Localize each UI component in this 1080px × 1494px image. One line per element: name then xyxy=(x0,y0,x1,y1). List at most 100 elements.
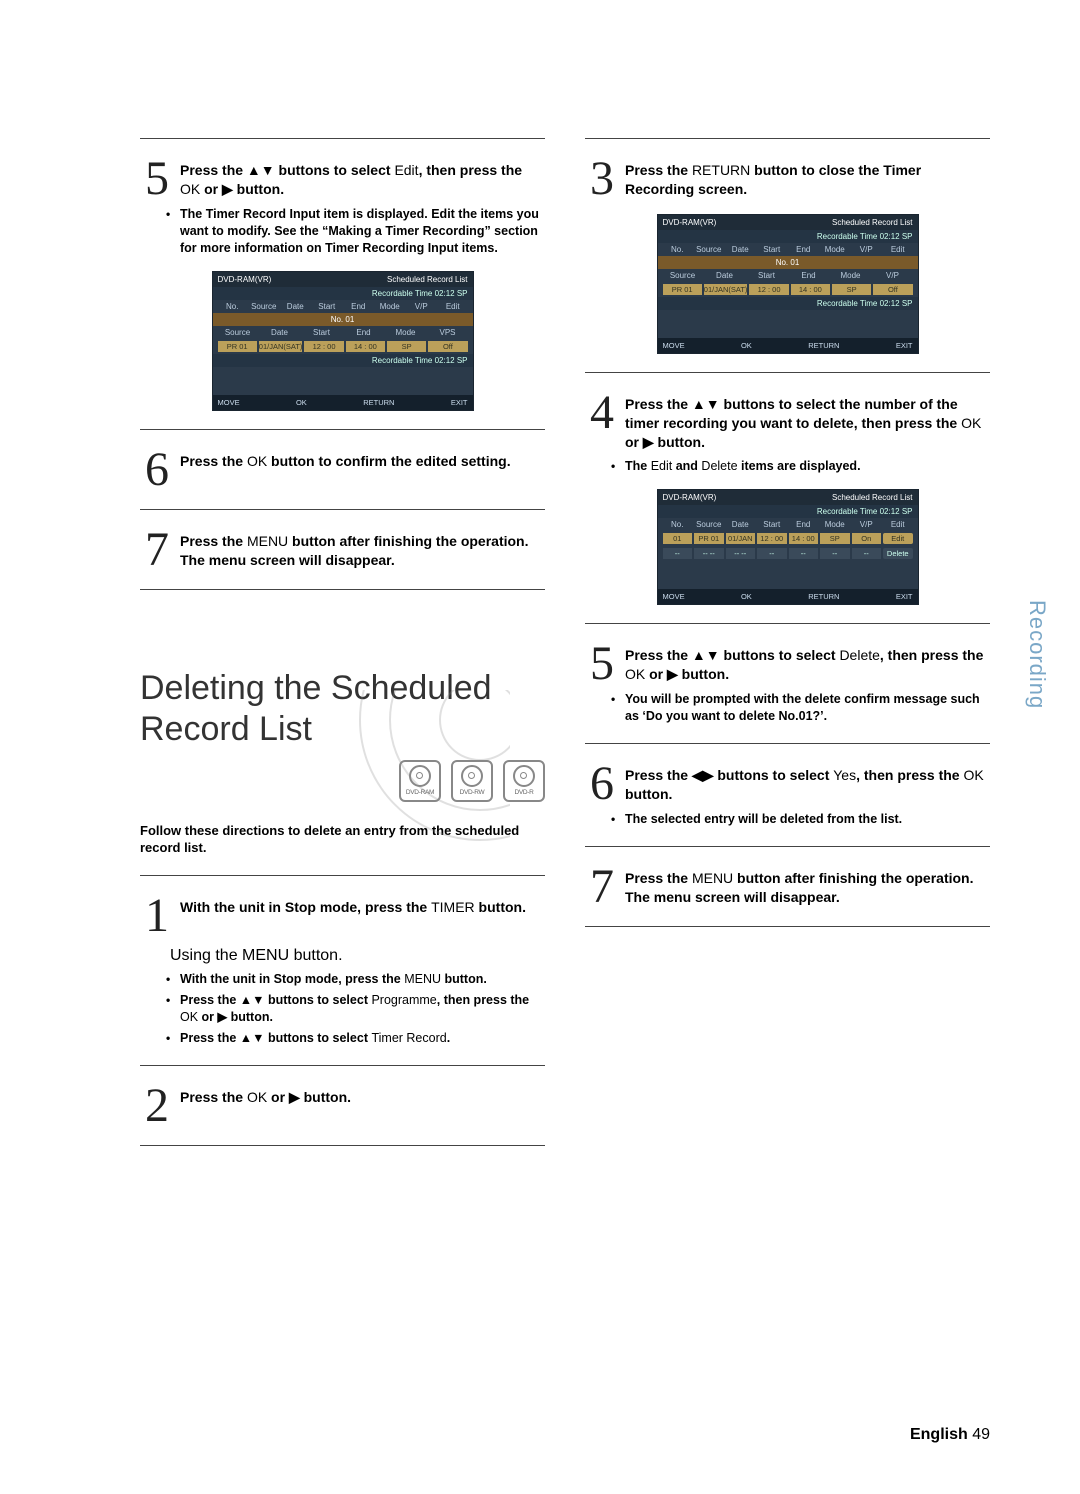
text: Press the ▲▼ buttons to select xyxy=(180,162,394,178)
osd-screenshot-3: DVD-RAM(VR)Scheduled Record List Recorda… xyxy=(657,489,919,605)
t: Press the ▲▼ buttons to select xyxy=(180,1031,371,1045)
text: , then press the xyxy=(419,162,522,178)
text: Press the xyxy=(625,870,692,886)
text-ok: OK xyxy=(247,453,267,469)
osd-device: DVD-RAM(VR) xyxy=(663,218,717,227)
osd-cell: 12 : 00 xyxy=(749,284,788,295)
text: or ▶ button. xyxy=(645,666,729,682)
left-step-1: 1 With the unit in Stop mode, press the … xyxy=(140,894,545,937)
osd-col: End xyxy=(789,520,819,529)
t: or ▶ button. xyxy=(198,1010,273,1024)
osd-cell: 01/JAN(SAT) xyxy=(259,341,303,352)
text-menu: MENU xyxy=(692,870,733,886)
text: button to confirm the edited setting. xyxy=(267,453,510,469)
disc-label: DVD-RW xyxy=(460,789,485,796)
osd-cell: On xyxy=(852,533,882,544)
osd-cell: PR 01 xyxy=(218,341,257,352)
osd-col: Date xyxy=(726,520,756,529)
osd-foot-exit: EXIT xyxy=(451,398,468,407)
osd-cell: 01/JAN xyxy=(726,533,756,544)
t: . xyxy=(447,1031,450,1045)
text-ok: OK xyxy=(625,666,645,682)
osd-foot: EXIT xyxy=(896,341,913,350)
text: Press the xyxy=(180,533,247,549)
left-column: 5 Press the ▲▼ buttons to select Edit, t… xyxy=(140,120,545,1164)
disc-icon-dvd-ram: DVD-RAM xyxy=(399,760,441,802)
text-ok: OK xyxy=(961,415,981,431)
osd-col: Edit xyxy=(438,302,468,311)
page-footer: English 49 xyxy=(910,1426,990,1444)
osd-highlight: No. 01 xyxy=(658,256,918,269)
left-step-2: 2 Press the OK or ▶ button. xyxy=(140,1084,545,1127)
disc-icon-dvd-r: DVD-R xyxy=(503,760,545,802)
osd-rectime: Recordable Time 02:12 SP xyxy=(213,287,473,300)
text: or ▶ button. xyxy=(200,181,284,197)
osd-col: Source xyxy=(663,271,703,280)
t: Programme xyxy=(371,993,436,1007)
left-step-7: 7 Press the MENU button after finishing … xyxy=(140,528,545,571)
osd-col: No. xyxy=(663,520,693,529)
step-number: 5 xyxy=(585,642,619,685)
osd-foot: RETURN xyxy=(808,592,839,601)
osd-foot-ok: OK xyxy=(296,398,307,407)
osd-rectime2: Recordable Time 02:12 SP xyxy=(658,297,918,310)
step-number: 6 xyxy=(140,448,174,491)
t: items are displayed. xyxy=(738,459,861,473)
osd-rectime: Recordable Time 02:12 SP xyxy=(658,505,918,518)
text: button. xyxy=(625,786,672,802)
osd-cell: Off xyxy=(428,341,467,352)
side-tab-recording: Recording xyxy=(1024,600,1050,709)
osd-col: No. xyxy=(218,302,248,311)
osd-cell: -- -- xyxy=(694,548,724,559)
right-step-3: 3 Press the RETURN button to close the T… xyxy=(585,157,990,200)
right-step-4: 4 Press the ▲▼ buttons to select the num… xyxy=(585,391,990,452)
osd-cell: -- xyxy=(820,548,850,559)
osd-col: End xyxy=(789,271,829,280)
osd-col: Source xyxy=(249,302,279,311)
text-return: RETURN xyxy=(692,162,750,178)
text-yes: Yes xyxy=(833,767,856,783)
osd-title: Scheduled Record List xyxy=(832,493,913,502)
osd-col: Date xyxy=(726,245,756,254)
osd-col: Edit xyxy=(883,245,913,254)
osd-cell: -- -- xyxy=(726,548,756,559)
bullet: You will be prompted with the delete con… xyxy=(615,691,990,725)
osd-col: VPS xyxy=(428,328,468,337)
text-ok: OK xyxy=(247,1089,267,1105)
osd-chip-delete: Delete xyxy=(883,548,913,559)
osd-col: Mode xyxy=(375,302,405,311)
t: The xyxy=(625,459,651,473)
osd-col: End xyxy=(344,302,374,311)
osd-cell: PR 01 xyxy=(663,284,702,295)
osd-screenshot-2: DVD-RAM(VR) Scheduled Record List Recorda… xyxy=(657,214,919,354)
osd-foot: MOVE xyxy=(663,592,685,601)
osd-col: Edit xyxy=(883,520,913,529)
osd-cell: 01/JAN(SAT) xyxy=(704,284,748,295)
t: Delete xyxy=(701,459,737,473)
osd-col: End xyxy=(344,328,384,337)
osd-col: Source xyxy=(694,520,724,529)
section-title: Deleting the Scheduled Record List xyxy=(140,668,545,750)
bullet: The selected entry will be deleted from … xyxy=(615,811,990,828)
bullet: The Edit and Delete items are displayed. xyxy=(615,458,990,475)
osd-foot: MOVE xyxy=(663,341,685,350)
right-step-6: 6 Press the ◀▶ buttons to select Yes, th… xyxy=(585,762,990,805)
osd-cell: 14 : 00 xyxy=(789,533,819,544)
bullet: Press the ▲▼ buttons to select Programme… xyxy=(170,992,545,1026)
osd-foot: OK xyxy=(741,592,752,601)
osd-col: V/P xyxy=(873,271,913,280)
left-step-6: 6 Press the OK button to confirm the edi… xyxy=(140,448,545,491)
osd-rectime: Recordable Time 02:12 SP xyxy=(658,230,918,243)
osd-col: Date xyxy=(705,271,745,280)
osd-col: End xyxy=(789,245,819,254)
osd-col: Start xyxy=(757,245,787,254)
disc-label: DVD-R xyxy=(514,789,533,796)
osd-col: Source xyxy=(694,245,724,254)
osd-col: Mode xyxy=(831,271,871,280)
t: MENU xyxy=(404,972,441,986)
osd-title: Scheduled Record List xyxy=(832,218,913,227)
t: , then press the xyxy=(437,993,529,1007)
osd-col: Mode xyxy=(820,520,850,529)
text: , then press the xyxy=(856,767,963,783)
text: Press the ▲▼ buttons to select xyxy=(625,647,839,663)
